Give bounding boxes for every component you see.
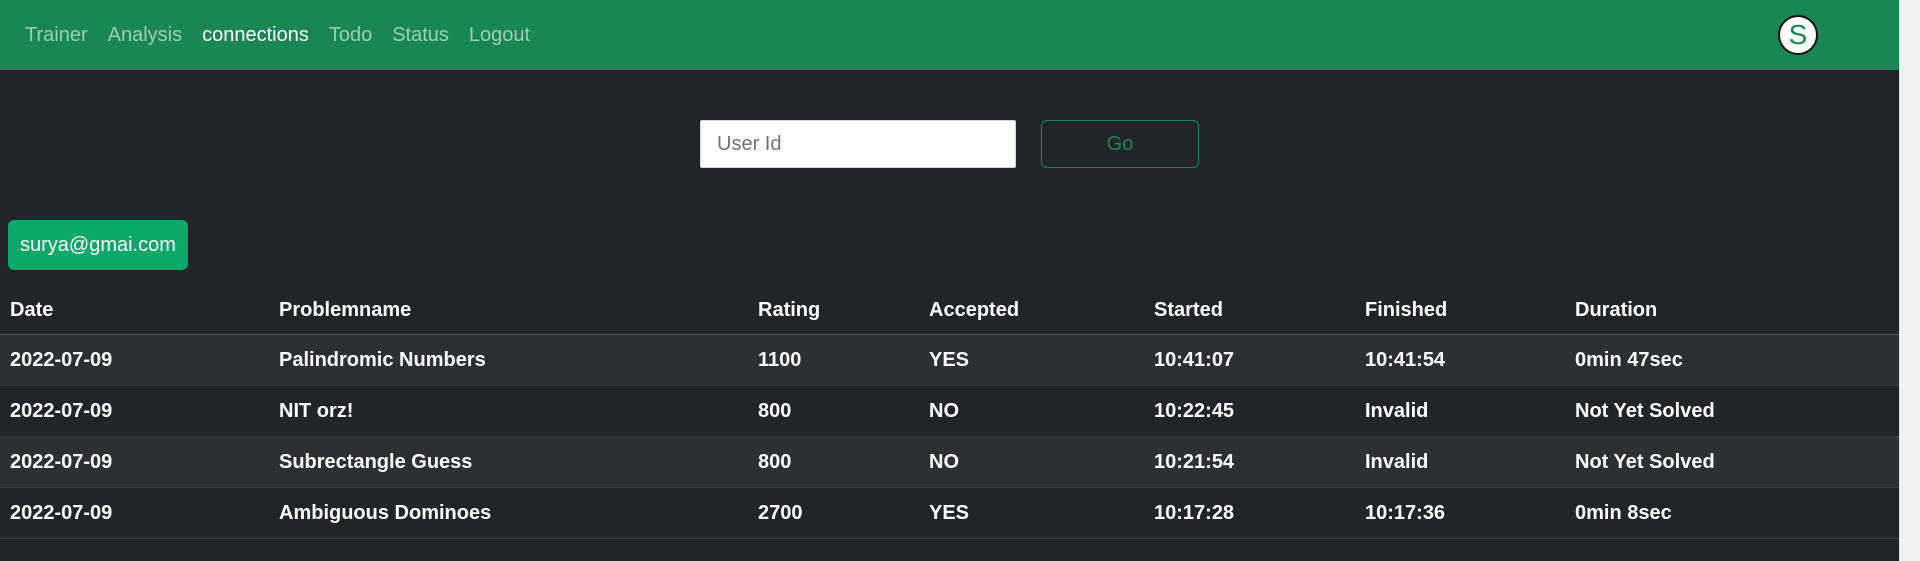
cell-started: 10:21:54 — [1144, 436, 1355, 488]
column-header-started: Started — [1144, 286, 1355, 335]
cell-problemname: Palindromic Numbers — [269, 334, 748, 386]
cell-duration: 0min 8sec — [1565, 487, 1899, 539]
column-header-rating: Rating — [748, 286, 919, 335]
cell-rating: 800 — [748, 436, 919, 488]
column-header-date: Date — [0, 286, 269, 335]
nav-link-analysis[interactable]: Analysis — [108, 24, 182, 47]
table-header-row: Date Problemname Rating Accepted Started… — [0, 286, 1899, 335]
nav-link-logout[interactable]: Logout — [469, 24, 530, 47]
nav-links: Trainer Analysis connections Todo Status… — [25, 0, 530, 70]
column-header-duration: Duration — [1565, 286, 1899, 335]
cell-duration: 0min 47sec — [1565, 334, 1899, 386]
cell-started: 10:22:45 — [1144, 385, 1355, 437]
vertical-scrollbar[interactable] — [1899, 0, 1920, 561]
cell-finished: 10:17:36 — [1355, 487, 1565, 539]
table-row: 2022-07-09 Subrectangle Guess 800 NO 10:… — [0, 436, 1899, 488]
cell-date: 2022-07-09 — [0, 385, 269, 437]
cell-rating: 800 — [748, 385, 919, 437]
nav-link-status[interactable]: Status — [392, 24, 449, 47]
cell-finished: Invalid — [1355, 436, 1565, 488]
cell-rating: 1100 — [748, 334, 919, 386]
cell-accepted: NO — [919, 436, 1144, 488]
user-email-badge[interactable]: surya@gmai.com — [8, 220, 188, 270]
cell-finished: 10:41:54 — [1355, 334, 1565, 386]
cell-started: 10:41:07 — [1144, 334, 1355, 386]
column-header-finished: Finished — [1355, 286, 1565, 335]
nav-link-trainer[interactable]: Trainer — [25, 24, 88, 47]
cell-problemname: Subrectangle Guess — [269, 436, 748, 488]
navbar: Trainer Analysis connections Todo Status… — [0, 0, 1899, 70]
nav-link-todo[interactable]: Todo — [329, 24, 372, 47]
connections-table: Date Problemname Rating Accepted Started… — [0, 286, 1899, 539]
table-row: 2022-07-09 Palindromic Numbers 1100 YES … — [0, 334, 1899, 386]
main-content: Trainer Analysis connections Todo Status… — [0, 0, 1899, 561]
column-header-problemname: Problemname — [269, 286, 748, 335]
go-button[interactable]: Go — [1041, 120, 1199, 168]
cell-duration: Not Yet Solved — [1565, 436, 1899, 488]
cell-date: 2022-07-09 — [0, 334, 269, 386]
cell-finished: Invalid — [1355, 385, 1565, 437]
user-avatar[interactable]: S — [1778, 15, 1818, 55]
page: Trainer Analysis connections Todo Status… — [0, 0, 1920, 561]
cell-accepted: YES — [919, 487, 1144, 539]
nav-link-connections[interactable]: connections — [202, 24, 309, 47]
cell-problemname: NIT orz! — [269, 385, 748, 437]
cell-date: 2022-07-09 — [0, 487, 269, 539]
cell-duration: Not Yet Solved — [1565, 385, 1899, 437]
cell-accepted: NO — [919, 385, 1144, 437]
cell-rating: 2700 — [748, 487, 919, 539]
table-row: 2022-07-09 Ambiguous Dominoes 2700 YES 1… — [0, 487, 1899, 539]
cell-date: 2022-07-09 — [0, 436, 269, 488]
user-id-input[interactable] — [700, 120, 1016, 168]
cell-accepted: YES — [919, 334, 1144, 386]
table-row: 2022-07-09 NIT orz! 800 NO 10:22:45 Inva… — [0, 385, 1899, 437]
avatar-letter: S — [1788, 19, 1808, 50]
cell-problemname: Ambiguous Dominoes — [269, 487, 748, 539]
column-header-accepted: Accepted — [919, 286, 1144, 335]
cell-started: 10:17:28 — [1144, 487, 1355, 539]
